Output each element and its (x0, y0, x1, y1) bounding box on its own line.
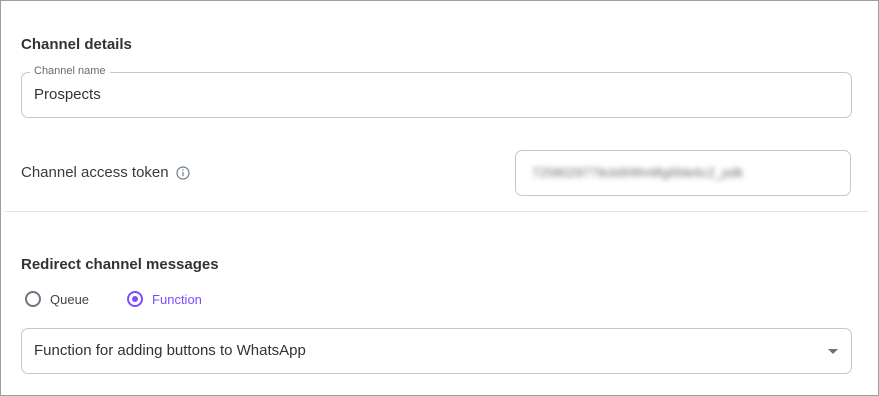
access-token-value: 7258029779cb6f4fm9fg6fde6c2_pdk (532, 165, 744, 180)
section-title-channel-details: Channel details (21, 36, 132, 53)
section-title-redirect: Redirect channel messages (21, 256, 219, 273)
channel-name-value[interactable]: Prospects (34, 86, 101, 103)
access-token-field[interactable]: 7258029779cb6f4fm9fg6fde6c2_pdk (515, 150, 851, 196)
channel-name-field[interactable]: Channel name Prospects (21, 65, 852, 118)
info-icon[interactable] (175, 165, 190, 180)
radio-queue-label[interactable]: Queue (50, 292, 89, 307)
divider (5, 211, 868, 212)
function-select-value: Function for adding buttons to WhatsApp (34, 342, 306, 359)
caret-down-icon[interactable] (828, 349, 838, 354)
redirect-radio-group: Queue Function (25, 291, 240, 307)
radio-queue-circle[interactable] (25, 291, 41, 307)
radio-function[interactable]: Function (127, 291, 202, 307)
channel-settings-panel: Channel details Channel name Prospects C… (0, 0, 879, 396)
radio-function-label[interactable]: Function (152, 292, 202, 307)
function-select[interactable]: Function for adding buttons to WhatsApp (21, 328, 852, 374)
access-token-label: Channel access token (21, 164, 169, 181)
radio-queue[interactable]: Queue (25, 291, 89, 307)
access-token-row: Channel access token (21, 164, 190, 181)
channel-name-label: Channel name (30, 65, 110, 77)
radio-function-circle[interactable] (127, 291, 144, 307)
